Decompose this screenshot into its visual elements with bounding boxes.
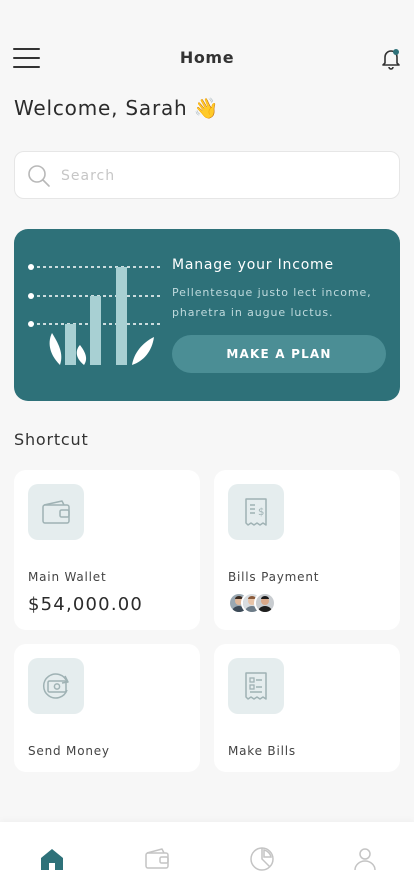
banner-title: Manage your Income [172,257,334,273]
welcome-heading: Welcome, Sarah 👋 [14,96,219,120]
nav-home-icon[interactable] [39,846,65,872]
nav-profile-icon[interactable] [352,846,378,872]
bell-icon[interactable] [380,46,402,70]
waving-hand-emoji: 👋 [193,96,220,120]
card-label: Main Wallet [28,570,107,584]
income-chart-illustration [28,264,160,365]
top-app-bar: Home [0,40,414,76]
bottom-navigation [0,822,414,896]
svg-text:$: $ [258,507,264,518]
nav-pie-chart-icon[interactable] [249,846,275,872]
search-bar[interactable] [14,151,400,199]
shortcut-heading: Shortcut [14,430,89,449]
avatar [254,592,276,614]
make-a-plan-button[interactable]: MAKE A PLAN [172,335,386,373]
welcome-text: Welcome, Sarah [14,96,188,120]
wallet-icon [28,484,84,540]
make-bills-card[interactable]: Make Bills [214,644,400,772]
receipt-icon: $ [228,484,284,540]
search-input[interactable] [61,164,381,188]
card-label: Send Money [28,744,110,758]
search-icon [28,165,50,187]
money-transfer-icon [28,658,84,714]
banner-description: Pellentesque justo lect income, pharetra… [172,286,372,319]
card-label: Bills Payment [228,570,320,584]
notification-dot [393,49,399,55]
main-wallet-card[interactable]: Main Wallet $54,000.00 [14,470,200,630]
bill-document-icon [228,658,284,714]
nav-wallet-icon[interactable] [144,846,170,872]
send-money-card[interactable]: Send Money [14,644,200,772]
page-title: Home [179,48,235,67]
bills-payment-card[interactable]: $ Bills Payment [214,470,400,630]
card-label: Make Bills [228,744,296,758]
wallet-balance: $54,000.00 [28,594,144,615]
income-banner: Manage your Income Pellentesque justo le… [14,229,400,401]
